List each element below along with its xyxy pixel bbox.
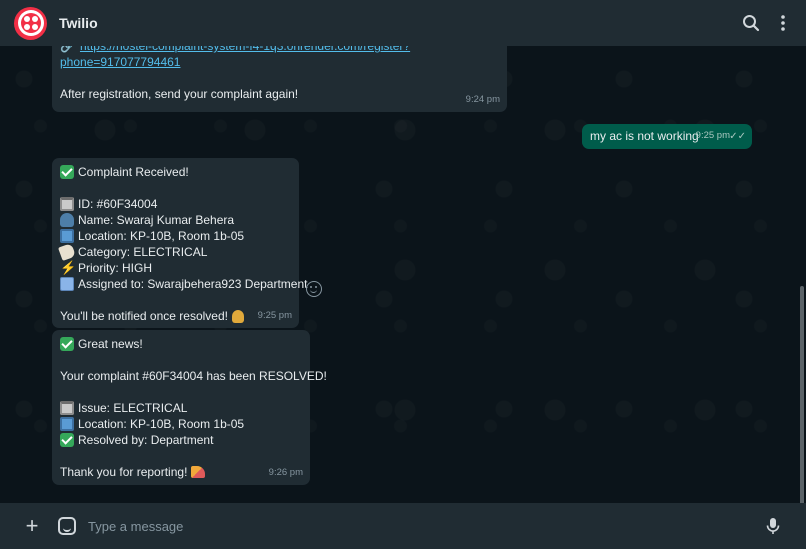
search-icon[interactable]	[742, 14, 760, 32]
check-mark-icon	[60, 337, 74, 351]
plus-icon[interactable]: +	[20, 513, 44, 539]
message-title: Great news!	[78, 337, 143, 351]
resolved-issue: Issue: ELECTRICAL	[78, 401, 188, 415]
message-time: 9:24 pm	[465, 94, 500, 105]
check-mark-icon	[60, 433, 74, 447]
complaint-priority: Priority: HIGH	[78, 261, 153, 275]
party-popper-icon	[191, 466, 206, 478]
chat-header: Twilio	[0, 0, 806, 46]
envelope-icon	[60, 277, 74, 291]
message-footer: You'll be notified once resolved!	[60, 309, 228, 323]
message-bubble-outgoing: my ac is not working 9:25 pm ✓✓	[582, 124, 752, 149]
clipboard-icon	[60, 401, 74, 415]
chat-area: 🔗 https://hostel-complaint-system-f4-1q3.…	[0, 46, 806, 503]
building-icon	[60, 417, 74, 431]
more-vertical-icon[interactable]	[780, 14, 786, 32]
person-icon	[60, 213, 74, 227]
message-bubble-complaint-received: Complaint Received! ID: #60F34004 Name: …	[52, 158, 307, 328]
link-icon: 🔗	[60, 46, 75, 53]
avatar[interactable]	[14, 6, 47, 40]
complaint-id: ID: #60F34004	[78, 197, 158, 211]
message-title: Complaint Received!	[78, 165, 189, 179]
message-bubble-registration: 🔗 https://hostel-complaint-system-f4-1q3.…	[52, 46, 507, 112]
sticker-icon[interactable]	[58, 517, 76, 535]
message-bubble-resolved: Great news! Your complaint #60F34004 has…	[52, 330, 327, 485]
registration-link[interactable]: https://hostel-complaint-system-f4-1q3.o…	[80, 46, 410, 54]
message-input[interactable]: Type a message	[88, 510, 766, 542]
resolved-location: Location: KP-10B, Room 1b-05	[78, 417, 245, 431]
complaint-assigned: Assigned to: Swarajbehera923 Department	[78, 277, 308, 291]
complaint-location: Location: KP-10B, Room 1b-05	[78, 229, 245, 243]
clipboard-icon	[60, 197, 74, 211]
message-footer: Thank you for reporting!	[60, 465, 188, 479]
lightning-icon: ⚡	[60, 260, 77, 275]
message-text: After registration, send your complaint …	[60, 87, 299, 101]
complaint-category: Category: ELECTRICAL	[78, 245, 208, 259]
emoji-reaction-icon[interactable]	[306, 281, 322, 297]
twilio-logo-icon	[17, 10, 44, 36]
resolved-by: Resolved by: Department	[78, 433, 214, 447]
tag-icon	[58, 243, 76, 261]
complaint-name: Name: Swaraj Kumar Behera	[78, 213, 235, 227]
message-body: Your complaint #60F34004 has been RESOLV…	[60, 369, 327, 383]
building-icon	[60, 229, 74, 243]
message-composer: + Type a message	[0, 503, 806, 549]
message-text: my ac is not working	[590, 129, 699, 143]
chat-scrollbar[interactable]	[800, 286, 804, 503]
check-mark-icon	[60, 165, 74, 179]
bell-icon	[231, 309, 244, 323]
microphone-icon[interactable]	[766, 517, 780, 535]
message-time: 9:26 pm	[268, 467, 303, 478]
contact-name[interactable]: Twilio	[59, 15, 98, 31]
registration-link-cont[interactable]: phone=917077794461	[60, 54, 180, 70]
message-time: 9:25 pm	[257, 310, 292, 321]
double-check-icon: ✓✓	[729, 131, 746, 142]
message-time: 9:25 pm	[695, 130, 730, 141]
